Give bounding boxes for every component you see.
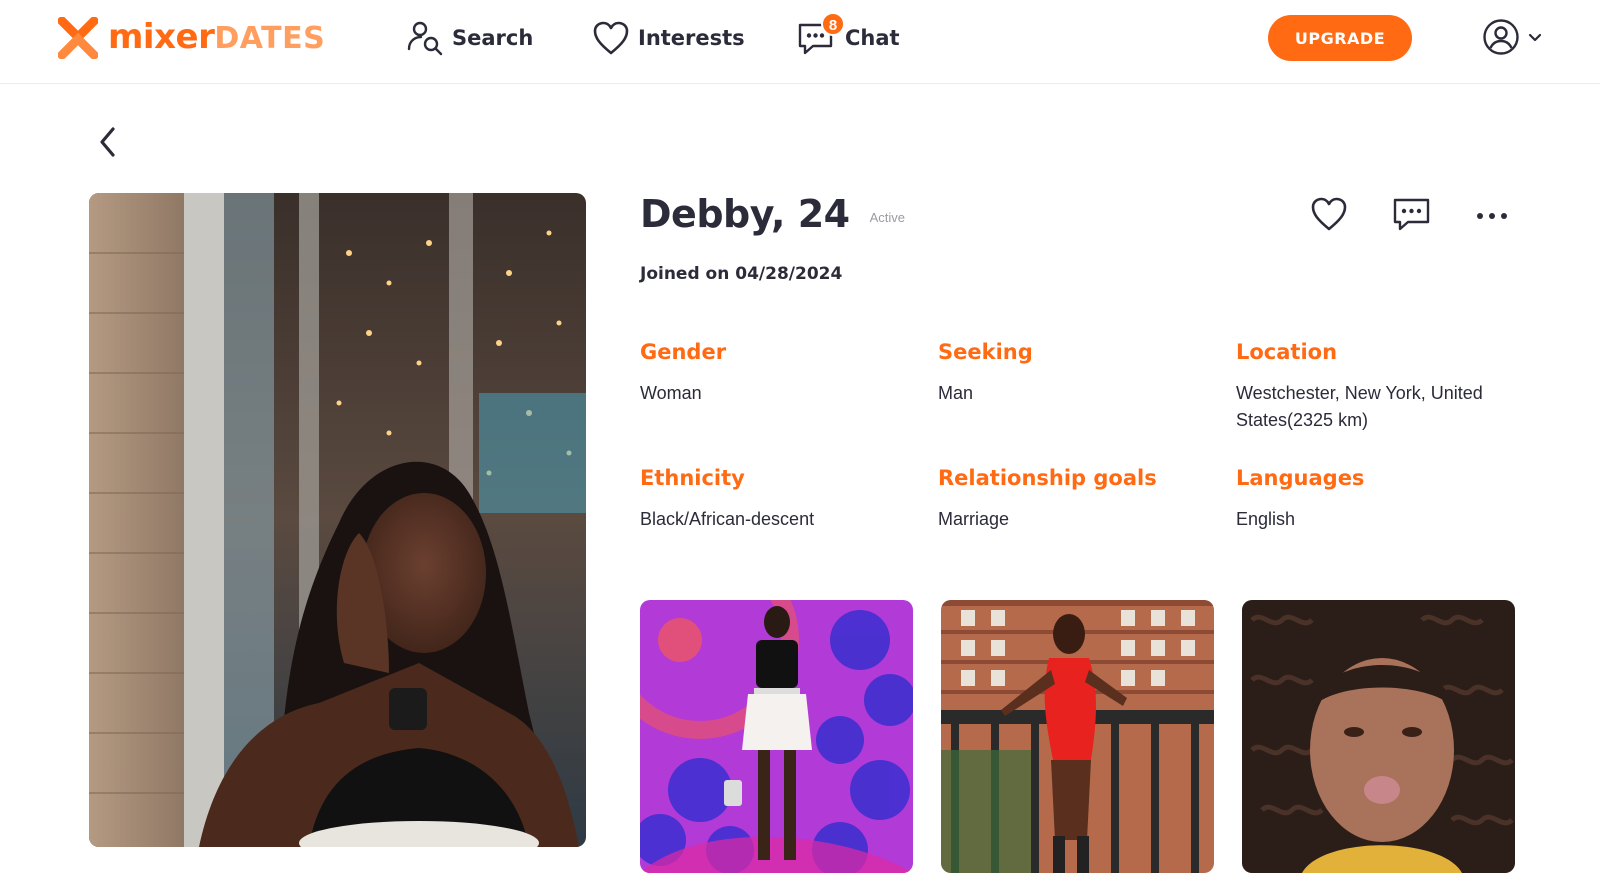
nav-search[interactable]: Search (406, 16, 533, 60)
nav-chat[interactable]: 8 Chat (797, 12, 900, 60)
attribute-value: Woman (640, 383, 702, 403)
attribute-seeking: Seeking Man (938, 340, 1208, 407)
gallery-photo-image (941, 600, 1214, 873)
brand-wordmark: mixerDATES (108, 17, 326, 57)
attribute-label: Location (1236, 340, 1338, 364)
active-status: Active (869, 209, 905, 225)
attribute-languages: Languages English (1236, 466, 1506, 533)
attribute-ethnicity: Ethnicity Black/African-descent (640, 466, 910, 533)
heart-icon (593, 21, 629, 55)
heart-outline-icon (1311, 197, 1347, 231)
attribute-value: Man (938, 383, 974, 403)
attribute-value: Marriage (938, 509, 1010, 529)
nav-search-label: Search (452, 26, 534, 50)
like-button[interactable] (1310, 196, 1348, 237)
logo-x-mark-icon (58, 17, 98, 59)
attribute-label: Ethnicity (640, 466, 745, 490)
gallery-photo[interactable] (1242, 600, 1515, 873)
chat-unread-badge: 8 (821, 12, 845, 36)
attribute-label: Seeking (938, 340, 1033, 364)
upgrade-button[interactable]: UPGRADE (1268, 15, 1412, 61)
user-search-icon (407, 21, 443, 56)
gallery-photo[interactable] (941, 600, 1214, 873)
profile-name-age: Debby, 24 (640, 192, 850, 236)
profile-name-row: Debby, 24 Active (640, 192, 905, 236)
message-button[interactable] (1392, 196, 1432, 239)
brand-logo[interactable]: mixerDATES (58, 16, 325, 60)
nav-interests-label: Interests (638, 26, 745, 50)
user-circle-icon (1483, 19, 1519, 55)
attribute-label: Relationship goals (938, 466, 1157, 490)
gallery-photo-image (1242, 600, 1515, 873)
attribute-value: Black/African-descent (640, 509, 815, 529)
joined-date: Joined on 04/28/2024 (640, 264, 843, 284)
attribute-gender: Gender Woman (640, 340, 910, 407)
chat-icon-wrap: 8 (797, 12, 845, 58)
back-button[interactable] (94, 124, 122, 160)
profile-photo-image (89, 193, 586, 847)
attribute-label: Languages (1236, 466, 1365, 490)
attribute-value: Westchester, New York, United States(232… (1236, 383, 1483, 430)
attribute-value: English (1236, 509, 1296, 529)
attribute-relationship-goals: Relationship goals Marriage (938, 466, 1208, 533)
account-menu[interactable] (1482, 18, 1544, 56)
gallery-photo[interactable] (640, 600, 913, 873)
nav-interests[interactable]: Interests (592, 16, 745, 60)
chevron-left-icon (100, 127, 115, 157)
main-profile-photo[interactable] (89, 193, 586, 847)
attribute-location: Location Westchester, New York, United S… (1236, 340, 1506, 434)
message-icon (1393, 198, 1430, 231)
top-navigation-bar: mixerDATES Search Interests 8 Chat UPGRA (0, 0, 1600, 84)
nav-chat-label: Chat (845, 26, 900, 50)
chevron-down-icon (1528, 33, 1542, 42)
more-dots-icon (1477, 213, 1507, 219)
more-options-button[interactable] (1474, 196, 1510, 237)
gallery-photo-image (640, 600, 913, 873)
attribute-label: Gender (640, 340, 727, 364)
